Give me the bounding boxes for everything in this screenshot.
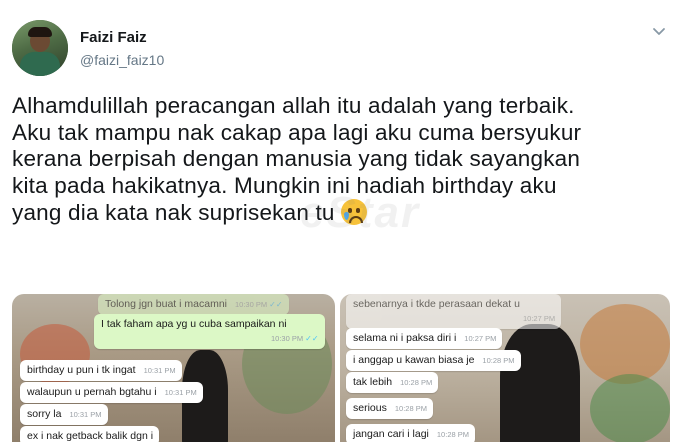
tweet-line: Aku tak mampu nak cakap apa lagi aku cum… bbox=[12, 119, 582, 145]
watermark: eStar bbox=[300, 188, 421, 237]
chat-bubble-incoming: serious 10:28 PM bbox=[346, 398, 433, 419]
user-handle[interactable]: @faizi_faiz10 bbox=[80, 52, 164, 68]
chat-screenshot-right[interactable]: sebenarnya i tkde perasaan dekat u 10:27 … bbox=[340, 294, 670, 442]
avatar[interactable] bbox=[12, 20, 68, 76]
chat-bubble-incoming: sebenarnya i tkde perasaan dekat u 10:27 … bbox=[346, 294, 562, 329]
chat-bubble-incoming: birthday u pun i tk ingat 10:31 PM bbox=[20, 360, 182, 381]
display-name[interactable]: Faizi Faiz bbox=[80, 29, 147, 46]
chat-bubble-outgoing: I tak faham apa yg u cuba sampaikan ni 10… bbox=[94, 314, 325, 349]
tweet-line: kerana berpisah dengan manusia yang tida… bbox=[12, 146, 581, 171]
chat-bubble-incoming: tak lebih 10:28 PM bbox=[346, 372, 439, 393]
chevron-down-icon[interactable] bbox=[652, 26, 666, 38]
chat-bubble-outgoing: Tolong jgn buat i macamni 10:30 PM ✓✓ bbox=[98, 294, 289, 315]
tweet-line: yang dia kata nak suprisekan tu bbox=[12, 200, 335, 225]
double-check-icon: ✓✓ bbox=[269, 300, 283, 309]
chat-screenshot-left[interactable]: Tolong jgn buat i macamni 10:30 PM ✓✓ I ta… bbox=[12, 294, 335, 442]
chat-bubble-incoming: walaupun u pernah bgtahu i 10:31 PM bbox=[20, 382, 203, 403]
double-check-icon: ✓✓ bbox=[305, 334, 319, 343]
person-silhouette bbox=[500, 324, 580, 442]
chat-bubble-incoming: sorry la 10:31 PM bbox=[20, 404, 108, 425]
mural-decoration bbox=[590, 374, 670, 442]
chat-bubble-incoming: jangan cari i lagi 10:28 PM bbox=[346, 424, 475, 442]
tweet-line: Alhamdulillah peracangan allah itu adala… bbox=[12, 93, 575, 118]
chat-bubble-incoming: selama ni i paksa diri i 10:27 PM bbox=[346, 328, 503, 349]
avatar-body bbox=[20, 52, 60, 76]
chat-bubble-incoming: ex i nak getback balik dgn i bbox=[20, 426, 160, 442]
mural-decoration bbox=[580, 304, 670, 384]
avatar-hair bbox=[28, 27, 52, 37]
chat-bubble-incoming: i anggap u kawan biasa je 10:28 PM bbox=[346, 350, 521, 371]
